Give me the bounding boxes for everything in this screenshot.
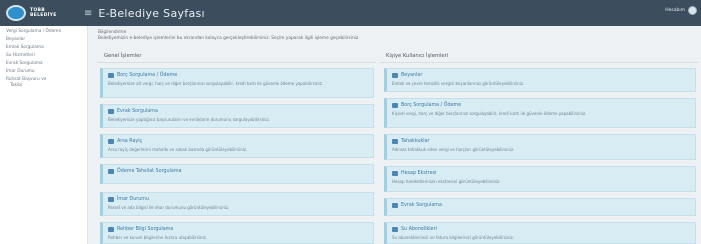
top-bar: TOBB BELEDİYE ≡ E-Belediye Sayfası Hesab…: [0, 0, 701, 26]
sidebar-item-vergi[interactable]: Vergi Sorgulama / Ödeme: [0, 26, 87, 34]
card-desc: Su aboneliklerinizi ve fatura bilgilerin…: [392, 235, 515, 240]
card-desc: Arsa rayiç değerlerini mahalle ve sokak …: [108, 147, 248, 152]
sidebar-item-label: Emlak Sorgulama: [6, 45, 44, 50]
card-title-row: Su Abonelikleri: [392, 227, 690, 232]
left-column-title: Genel İşlemler: [104, 53, 142, 59]
card-right-5[interactable]: Su Abonelikleri Su aboneliklerinizi ve f…: [384, 222, 696, 244]
card-icon: [392, 227, 398, 232]
card-icon: [108, 227, 114, 232]
card-desc: Belediyemize yaptığınız başvuruların ve …: [108, 117, 270, 122]
card-icon: [108, 169, 114, 174]
card-right-1[interactable]: Borç Sorgulama / Ödeme Kişisel vergi, ha…: [384, 98, 696, 128]
card-title-row: Tahakkuklar: [392, 139, 690, 144]
card-desc: Kişisel vergi, harç ve diğer borçlarınız…: [392, 111, 587, 116]
card-title: Hesap Ekstresi: [401, 171, 437, 176]
card-desc: Parsel ve ada bilgisi ile imar durumunu …: [108, 205, 230, 210]
card-title: Evrak Sorgulama: [401, 203, 442, 208]
sidebar-item-label: Vergi Sorgulama / Ödeme: [6, 29, 62, 34]
card-title: Evrak Sorgulama: [117, 109, 158, 114]
card-title-row: İmar Durumu: [108, 197, 368, 202]
sidebar-item-evrak[interactable]: Evrak Sorgulama: [0, 58, 87, 66]
card-left-1[interactable]: Evrak Sorgulama Belediyemize yaptığınız …: [100, 104, 374, 128]
avatar-icon: [688, 6, 697, 15]
card-icon: [392, 73, 398, 78]
card-icon: [108, 109, 114, 114]
user-label: Hesabım: [665, 8, 685, 13]
user-menu[interactable]: Hesabım: [665, 6, 697, 15]
sidebar-item-label: Su Hizmetleri: [6, 53, 35, 58]
card-left-2[interactable]: Arsa Rayiç Arsa rayiç değerlerini mahall…: [100, 134, 374, 158]
card-title: Borç Sorgulama / Ödeme: [117, 73, 178, 78]
card-title: İmar Durumu: [117, 197, 149, 202]
card-title-row: Evrak Sorgulama: [392, 203, 690, 208]
card-right-3[interactable]: Hesap Ekstresi Hesap hareketlerinizin ek…: [384, 166, 696, 192]
card-title: Beyanlar: [401, 73, 423, 78]
card-right-4[interactable]: Evrak Sorgulama: [384, 198, 696, 216]
sidebar-item-ruhsat-cont[interactable]: Takibi: [0, 82, 87, 88]
card-desc: Emlak ve çevre temizlik vergisi beyanlar…: [392, 81, 525, 86]
card-icon: [392, 171, 398, 176]
card-title-row: Ödeme Tahsilat Sorgulama: [108, 169, 368, 174]
sidebar: Vergi Sorgulama / Ödeme Beyanlar Emlak S…: [0, 26, 88, 244]
sidebar-item-imar[interactable]: İmar Durumu: [0, 66, 87, 74]
app-root: TOBB BELEDİYE ≡ E-Belediye Sayfası Hesab…: [0, 0, 701, 244]
right-column-title: Kişiye Kullanıcı İşlemleri: [386, 53, 449, 59]
card-icon: [392, 103, 398, 108]
card-desc: Adınıza tahakkuk eden vergi ve harçları …: [392, 147, 515, 152]
sidebar-item-emlak[interactable]: Emlak Sorgulama: [0, 42, 87, 50]
logo-line-2: BELEDİYE: [30, 13, 57, 18]
card-title-row: Rehber Bilgi Sorgulama: [108, 227, 368, 232]
card-icon: [392, 139, 398, 144]
card-desc: Hesap hareketlerinizin ekstresini görünt…: [392, 179, 501, 184]
sidebar-item-ruhsat[interactable]: Ruhsat Başvuru ve: [0, 74, 87, 82]
card-title: Su Abonelikleri: [401, 227, 437, 232]
card-left-4[interactable]: İmar Durumu Parsel ve ada bilgisi ile im…: [100, 192, 374, 216]
hamburger-icon[interactable]: ≡: [84, 8, 92, 19]
card-title-row: Evrak Sorgulama: [108, 109, 368, 114]
sidebar-item-label: İmar Durumu: [6, 69, 35, 74]
card-left-3[interactable]: Ödeme Tahsilat Sorgulama: [100, 164, 374, 184]
card-title: Tahakkuklar: [401, 139, 430, 144]
card-right-2[interactable]: Tahakkuklar Adınıza tahakkuk eden vergi …: [384, 134, 696, 160]
main-content: Bilgilendirme Belediyemizin e-belediye i…: [98, 26, 698, 244]
logo-text: TOBB BELEDİYE: [30, 8, 57, 18]
right-column-divider: [380, 62, 698, 63]
card-title-row: Arsa Rayiç: [108, 139, 368, 144]
card-icon: [108, 73, 114, 78]
left-column-divider: [98, 62, 376, 63]
sidebar-item-label: Takibi: [10, 83, 23, 88]
logo[interactable]: TOBB BELEDİYE: [0, 0, 80, 26]
card-icon: [108, 139, 114, 144]
card-icon: [108, 197, 114, 202]
card-icon: [392, 203, 398, 208]
card-title-row: Borç Sorgulama / Ödeme: [392, 103, 690, 108]
sidebar-item-beyanlar[interactable]: Beyanlar: [0, 34, 87, 42]
sidebar-item-label: Beyanlar: [6, 37, 26, 42]
card-title: Ödeme Tahsilat Sorgulama: [117, 169, 182, 174]
card-title-row: Hesap Ekstresi: [392, 171, 690, 176]
logo-mark-icon: [6, 5, 26, 21]
card-desc: Rehber ve kurum bilgilerine hızlıca ulaş…: [108, 235, 207, 240]
card-title-row: Beyanlar: [392, 73, 690, 78]
card-title: Rehber Bilgi Sorgulama: [117, 227, 174, 232]
card-left-0[interactable]: Borç Sorgulama / Ödeme Belediyemize ait …: [100, 68, 374, 98]
card-title: Arsa Rayiç: [117, 139, 143, 144]
card-title: Borç Sorgulama / Ödeme: [401, 103, 462, 108]
sidebar-item-label: Ruhsat Başvuru ve: [6, 77, 47, 82]
sidebar-item-su[interactable]: Su Hizmetleri: [0, 50, 87, 58]
sidebar-item-label: Evrak Sorgulama: [6, 61, 43, 66]
card-title-row: Borç Sorgulama / Ödeme: [108, 73, 368, 78]
card-desc: Belediyemize ait vergi, harç ve diğer bo…: [108, 81, 323, 86]
page-title: E-Belediye Sayfası: [98, 6, 205, 20]
info-box: Bilgilendirme Belediyemizin e-belediye i…: [98, 30, 698, 41]
card-right-0[interactable]: Beyanlar Emlak ve çevre temizlik vergisi…: [384, 68, 696, 92]
info-text: Belediyemizin e-belediye işlemlerini bu …: [98, 35, 360, 41]
card-left-5[interactable]: Rehber Bilgi Sorgulama Rehber ve kurum b…: [100, 222, 374, 244]
